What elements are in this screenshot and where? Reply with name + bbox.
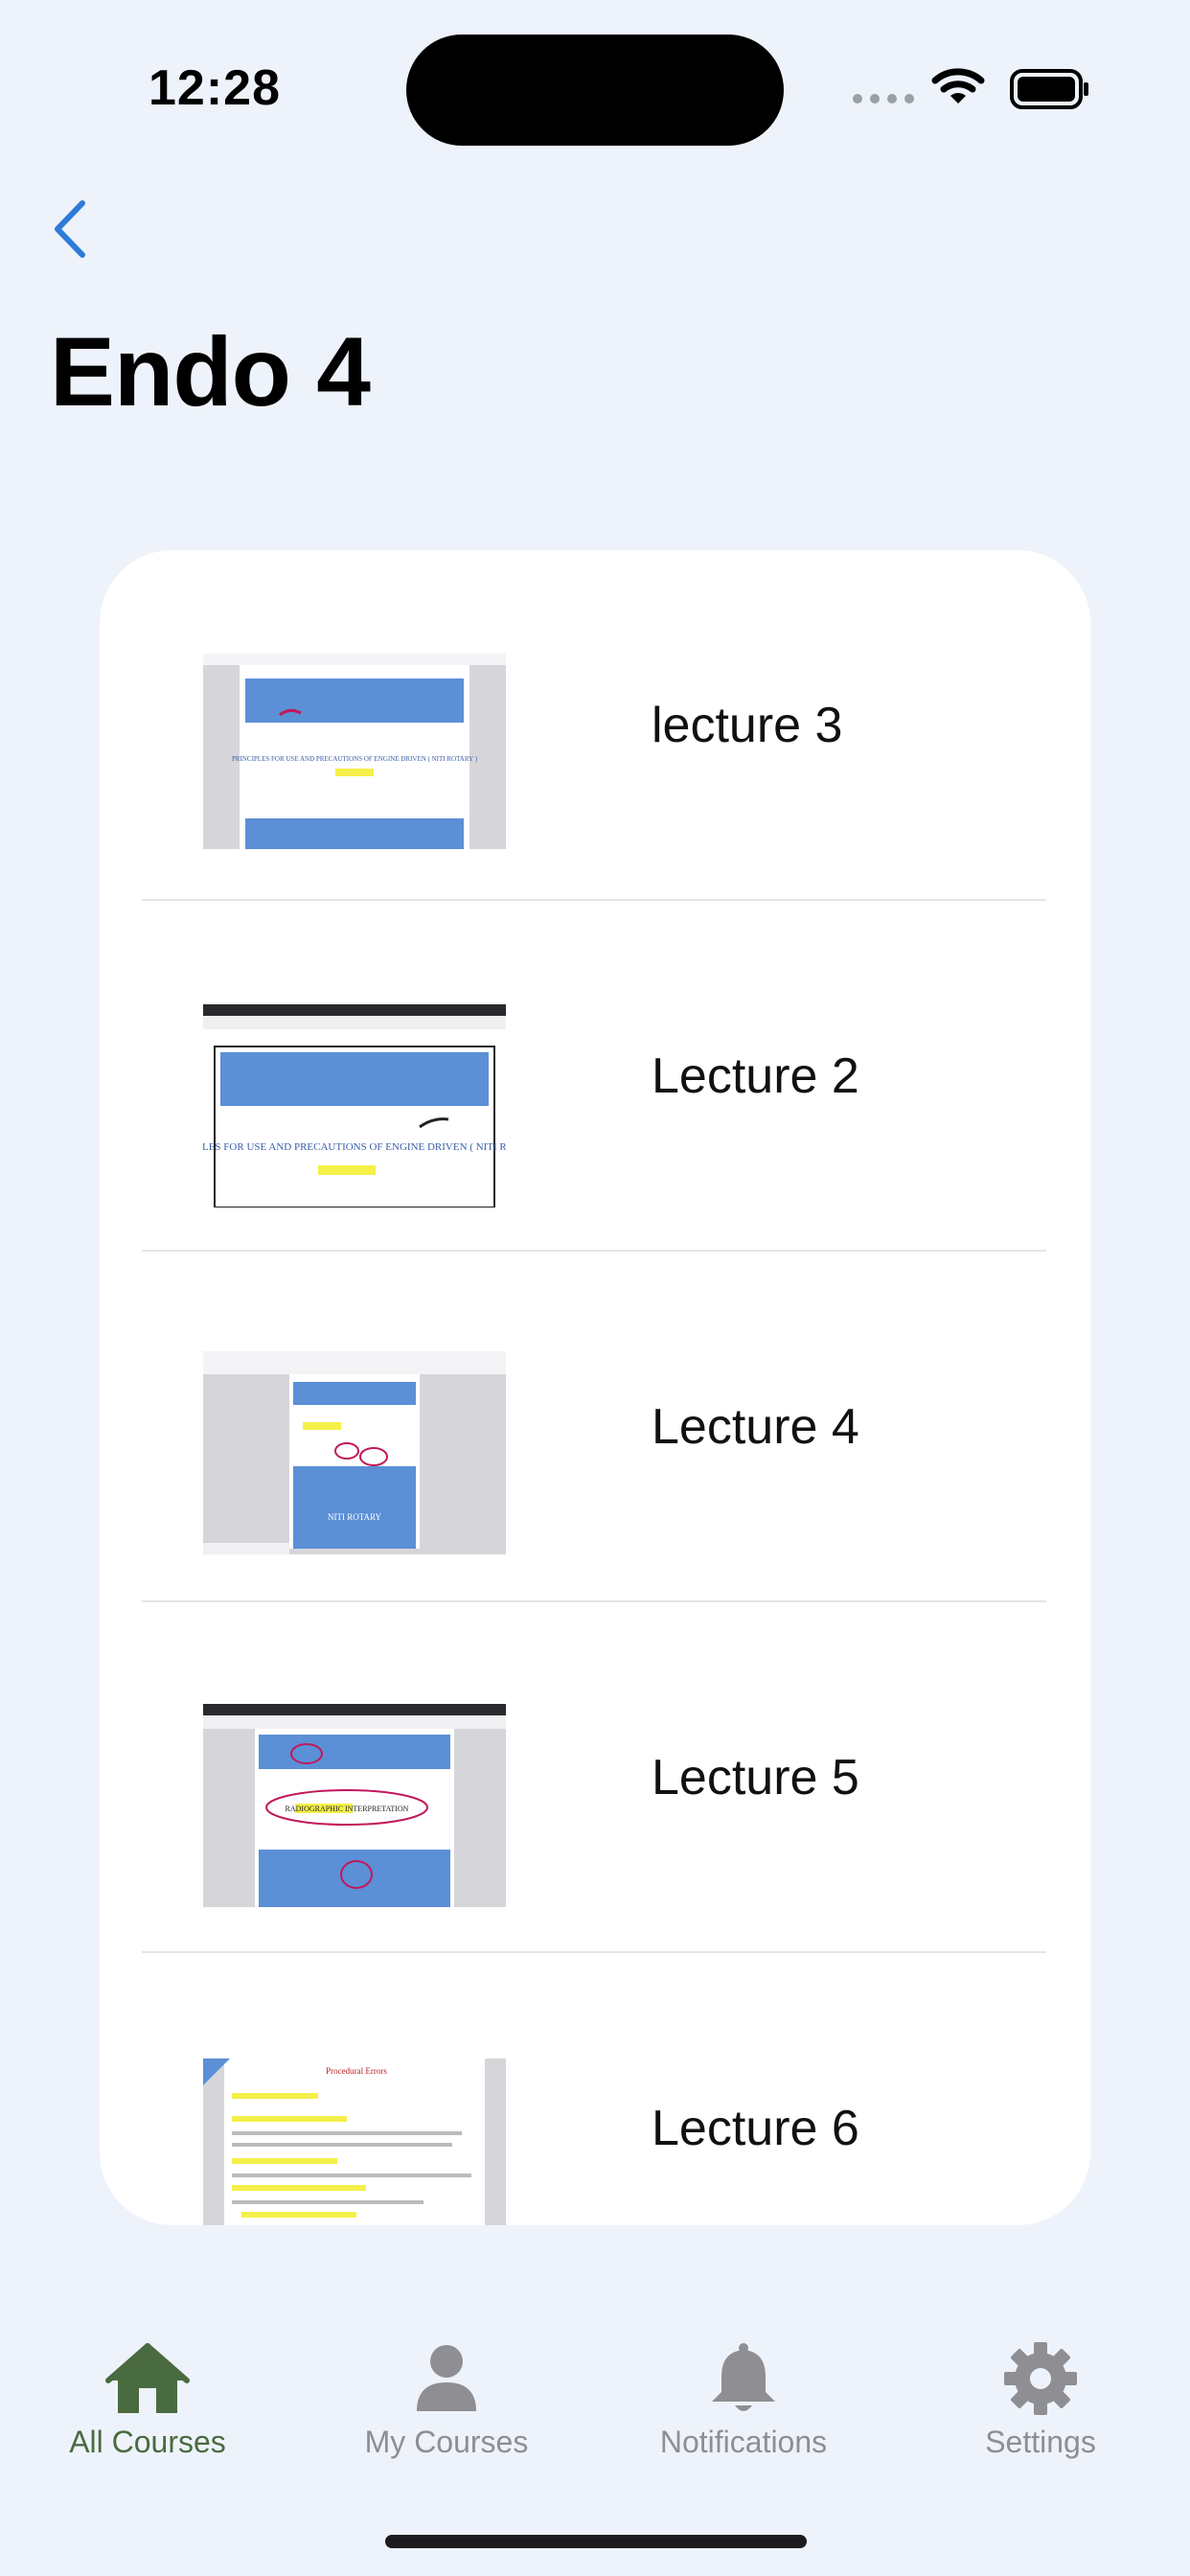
lecture-5-thumbnail: RADIOGRAPHIC INTERPRETATION <box>203 1704 506 1907</box>
lecture-row-3[interactable]: PRINCIPLES FOR USE AND PRECAUTIONS OF EN… <box>100 550 1090 901</box>
page-title: Endo 4 <box>50 317 371 426</box>
tab-settings[interactable]: Settings <box>916 2340 1165 2460</box>
battery-icon <box>1010 69 1088 109</box>
lecture-label: Lecture 2 <box>652 1048 859 1104</box>
lecture-label: Lecture 5 <box>652 1750 859 1806</box>
person-icon <box>417 2345 476 2411</box>
lecture-2-thumbnail: PRINCIPLES FOR USE AND PRECAUTIONS OF EN… <box>203 1004 506 1208</box>
dynamic-island <box>406 34 784 146</box>
tab-notifications[interactable]: Notifications <box>619 2340 868 2460</box>
house-icon <box>105 2343 190 2413</box>
tab-label: All Courses <box>69 2425 226 2459</box>
bell-icon <box>712 2343 775 2411</box>
lecture-row-6[interactable]: Procedural Errors Lecture 6 <box>100 1953 1090 2225</box>
lecture-6-thumbnail: Procedural Errors <box>203 2058 506 2225</box>
lecture-4-thumbnail-text: NITI ROTARY <box>328 1512 382 1522</box>
home-indicator <box>385 2535 807 2548</box>
lecture-4-thumbnail: NITI ROTARY <box>203 1351 506 1554</box>
tab-my-courses[interactable]: My Courses <box>322 2340 571 2460</box>
lecture-row-2[interactable]: PRINCIPLES FOR USE AND PRECAUTIONS OF EN… <box>100 901 1090 1252</box>
wifi-icon <box>931 68 985 104</box>
lecture-label: Lecture 4 <box>652 1399 859 1455</box>
lecture-6-thumbnail-text: Procedural Errors <box>326 2066 387 2076</box>
lecture-3-thumbnail: PRINCIPLES FOR USE AND PRECAUTIONS OF EN… <box>203 654 506 849</box>
tab-all-courses[interactable]: All Courses <box>23 2340 272 2460</box>
tab-label: Notifications <box>659 2425 828 2459</box>
lecture-label: Lecture 6 <box>652 2101 859 2156</box>
back-chevron-icon[interactable] <box>46 197 94 261</box>
lecture-3-thumbnail-text: PRINCIPLES FOR USE AND PRECAUTIONS OF EN… <box>232 755 478 763</box>
gear-icon <box>1004 2342 1077 2415</box>
lecture-row-5[interactable]: RADIOGRAPHIC INTERPRETATION Lecture 5 <box>100 1602 1090 1953</box>
lecture-5-thumbnail-text: RADIOGRAPHIC INTERPRETATION <box>286 1805 409 1813</box>
tab-label: Settings <box>985 2425 1096 2459</box>
status-time: 12:28 <box>149 60 281 116</box>
cellular-signal-icon <box>853 94 914 104</box>
lecture-list: PRINCIPLES FOR USE AND PRECAUTIONS OF EN… <box>100 550 1090 2225</box>
lecture-row-4[interactable]: NITI ROTARY Lecture 4 <box>100 1252 1090 1602</box>
lecture-2-thumbnail-text: PRINCIPLES FOR USE AND PRECAUTIONS OF EN… <box>203 1141 506 1153</box>
tab-label: My Courses <box>364 2425 529 2459</box>
lecture-label: lecture 3 <box>652 698 843 753</box>
